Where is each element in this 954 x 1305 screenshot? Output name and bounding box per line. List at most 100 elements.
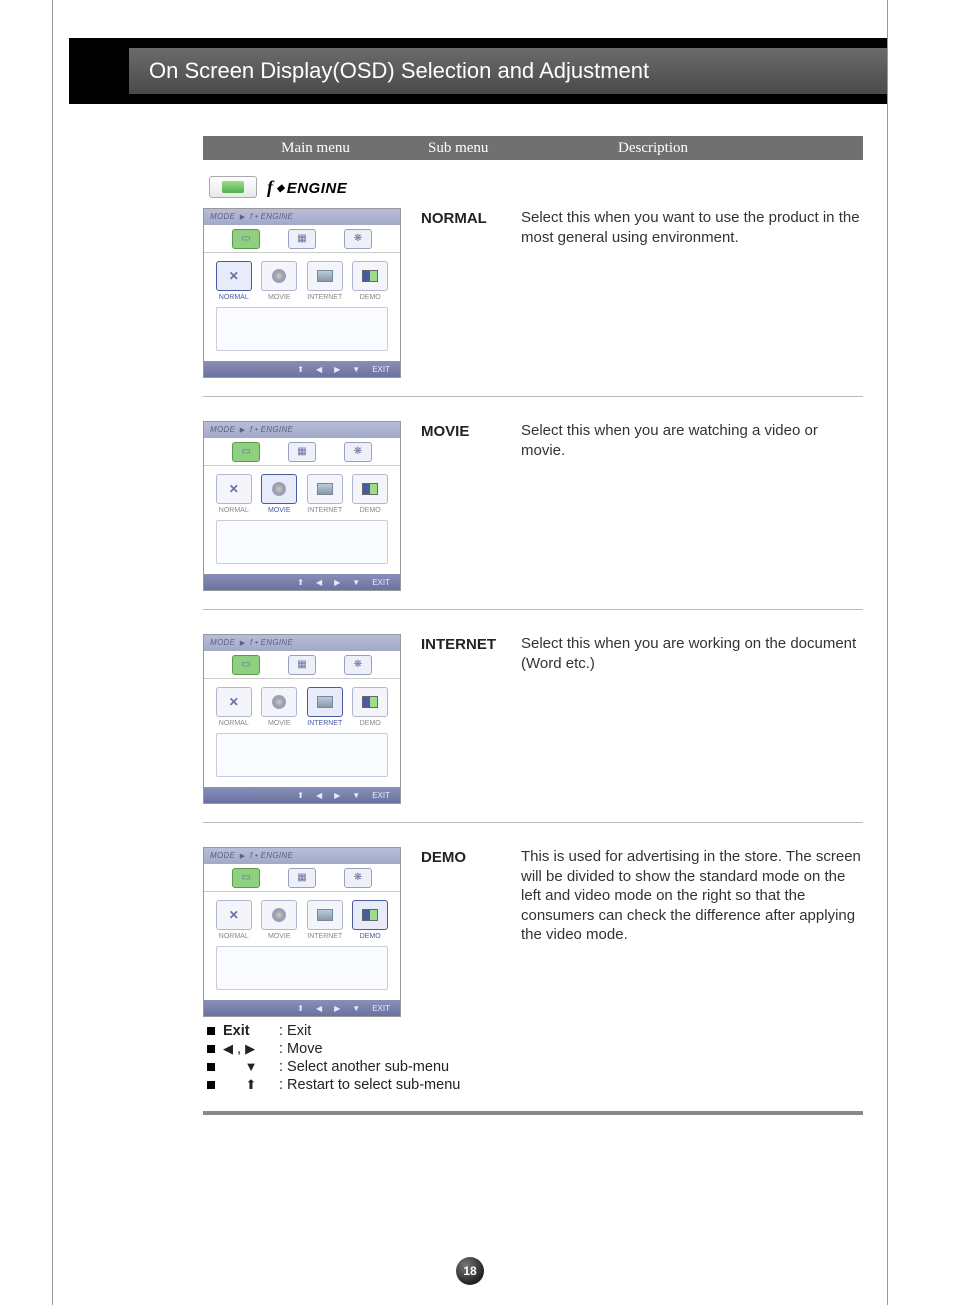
nav-exit-label: EXIT: [372, 578, 390, 587]
nav-down-icon: ▼: [352, 791, 360, 800]
nav-up-icon: ⬆: [297, 1004, 304, 1013]
submenu-internet: INTERNET: [421, 634, 501, 804]
legend-exit-key: Exit: [223, 1023, 279, 1039]
osd-breadcrumb: MODE ▶ f • ENGINE: [204, 422, 400, 438]
mode-normal-icon: ✕: [216, 900, 252, 930]
mode-demo-icon: [352, 474, 388, 504]
mode-movie-icon: [261, 474, 297, 504]
nav-left-icon: ◀: [316, 791, 322, 800]
mode-normal-icon: ✕: [216, 687, 252, 717]
nav-right-icon: ▶: [334, 1004, 340, 1013]
osd-nav-bar: ⬆ ◀ ▶ ▼ EXIT: [204, 361, 400, 377]
tab-icon-3: ❋: [344, 442, 372, 462]
triangle-left-icon: ◀: [223, 1041, 233, 1056]
mode-internet-icon: [307, 261, 343, 291]
header-description: Description: [618, 140, 863, 157]
page-frame: On Screen Display(OSD) Selection and Adj…: [52, 0, 888, 1305]
page-number: 18: [456, 1257, 484, 1285]
osd-nav-bar: ⬆ ◀ ▶ ▼ EXIT: [204, 1000, 400, 1016]
submenu-normal: NORMAL: [421, 208, 501, 378]
mode-internet-label: INTERNET: [305, 933, 345, 940]
desc-normal: Select this when you want to use the pro…: [521, 208, 863, 378]
nav-up-icon: ⬆: [297, 365, 304, 374]
nav-right-icon: ▶: [334, 791, 340, 800]
osd-screenshot-internet: MODE ▶ f • ENGINE ▭ ▦ ❋ ✕NORMAL MOVIE IN…: [203, 634, 401, 804]
osd-breadcrumb: MODE ▶ f • ENGINE: [204, 848, 400, 864]
mode-internet-label: INTERNET: [305, 294, 345, 301]
nav-up-icon: ⬆: [297, 578, 304, 587]
content-area: Main menu Sub menu Description f◆ENGINE …: [203, 136, 863, 1115]
submenu-movie: MOVIE: [421, 421, 501, 591]
mode-movie-icon: [261, 261, 297, 291]
mode-normal-label: NORMAL: [214, 507, 254, 514]
mode-internet-label: INTERNET: [305, 507, 345, 514]
mode-normal-label: NORMAL: [214, 933, 254, 940]
nav-up-icon: ⬆: [297, 791, 304, 800]
nav-exit-label: EXIT: [372, 365, 390, 374]
table-header: Main menu Sub menu Description: [203, 136, 863, 160]
section-internet: MODE ▶ f • ENGINE ▭ ▦ ❋ ✕NORMAL MOVIE IN…: [203, 628, 863, 822]
page-title: On Screen Display(OSD) Selection and Adj…: [129, 48, 887, 94]
nav-exit-label: EXIT: [372, 1004, 390, 1013]
mode-demo-icon: [352, 261, 388, 291]
osd-breadcrumb: MODE ▶ f • ENGINE: [204, 209, 400, 225]
mode-demo-label: DEMO: [351, 294, 391, 301]
tab-icon-2: ▦: [288, 229, 316, 249]
legend-up-desc: : Restart to select sub-menu: [279, 1077, 460, 1093]
mode-movie-label: MOVIE: [260, 933, 300, 940]
nav-down-icon: ▼: [352, 1004, 360, 1013]
mode-internet-icon: [307, 474, 343, 504]
legend-down-desc: : Select another sub-menu: [279, 1059, 449, 1075]
triangle-down-icon: ▼: [245, 1059, 258, 1074]
osd-screenshot-movie: MODE ▶ f • ENGINE ▭ ▦ ❋ ✕NORMAL MOVIE IN…: [203, 421, 401, 591]
tab-icon-3: ❋: [344, 868, 372, 888]
engine-icon: [209, 176, 257, 198]
tab-icon-engine: ▭: [232, 442, 260, 462]
tab-icon-2: ▦: [288, 868, 316, 888]
nav-left-icon: ◀: [316, 1004, 322, 1013]
tab-icon-2: ▦: [288, 442, 316, 462]
header-main-menu: Main menu: [203, 140, 428, 157]
osd-screenshot-demo: MODE ▶ f • ENGINE ▭ ▦ ❋ ✕ NORMAL MOVIE IN…: [203, 847, 401, 1017]
osd-screenshot-normal: MODE ▶ f • ENGINE ▭ ▦ ❋ ✕ NORMAL MOVIE IN…: [203, 208, 401, 378]
button-legend: Exit: Exit ◀ , ▶: Move ▼: Select another…: [207, 1023, 863, 1093]
return-up-icon: ⬆: [246, 1077, 257, 1092]
osd-nav-bar: ⬆ ◀ ▶ ▼ EXIT: [204, 787, 400, 803]
tab-icon-engine: ▭: [232, 229, 260, 249]
mode-demo-label: DEMO: [351, 933, 391, 940]
desc-internet: Select this when you are working on the …: [521, 634, 863, 804]
mode-normal-label: NORMAL: [214, 294, 254, 301]
nav-down-icon: ▼: [352, 365, 360, 374]
tab-icon-engine: ▭: [232, 868, 260, 888]
mode-movie-label: MOVIE: [260, 294, 300, 301]
nav-right-icon: ▶: [334, 365, 340, 374]
mode-demo-label: DEMO: [351, 507, 391, 514]
mode-normal-icon: ✕: [216, 261, 252, 291]
bottom-rule: [203, 1111, 863, 1115]
divider: [203, 609, 863, 610]
legend-exit-desc: : Exit: [279, 1023, 311, 1039]
nav-down-icon: ▼: [352, 578, 360, 587]
section-normal: MODE ▶ f • ENGINE ▭ ▦ ❋ ✕ NORMAL MOVIE IN…: [203, 202, 863, 396]
tab-icon-2: ▦: [288, 655, 316, 675]
mode-internet-icon: [307, 900, 343, 930]
osd-breadcrumb: MODE ▶ f • ENGINE: [204, 635, 400, 651]
divider: [203, 822, 863, 823]
mode-movie-label: MOVIE: [260, 507, 300, 514]
mode-internet-label: INTERNET: [305, 720, 345, 727]
triangle-right-icon: ▶: [245, 1041, 255, 1056]
section-movie: MODE ▶ f • ENGINE ▭ ▦ ❋ ✕NORMAL MOVIE IN…: [203, 415, 863, 609]
section-demo: MODE ▶ f • ENGINE ▭ ▦ ❋ ✕ NORMAL MOVIE IN…: [203, 841, 863, 1021]
divider: [203, 396, 863, 397]
legend-move-desc: : Move: [279, 1041, 323, 1057]
tab-icon-3: ❋: [344, 229, 372, 249]
nav-left-icon: ◀: [316, 578, 322, 587]
mode-internet-icon: [307, 687, 343, 717]
nav-left-icon: ◀: [316, 365, 322, 374]
engine-label: f◆ENGINE: [267, 177, 347, 198]
engine-badge: f◆ENGINE: [209, 176, 863, 198]
nav-right-icon: ▶: [334, 578, 340, 587]
mode-demo-icon: [352, 900, 388, 930]
nav-exit-label: EXIT: [372, 791, 390, 800]
tab-icon-3: ❋: [344, 655, 372, 675]
